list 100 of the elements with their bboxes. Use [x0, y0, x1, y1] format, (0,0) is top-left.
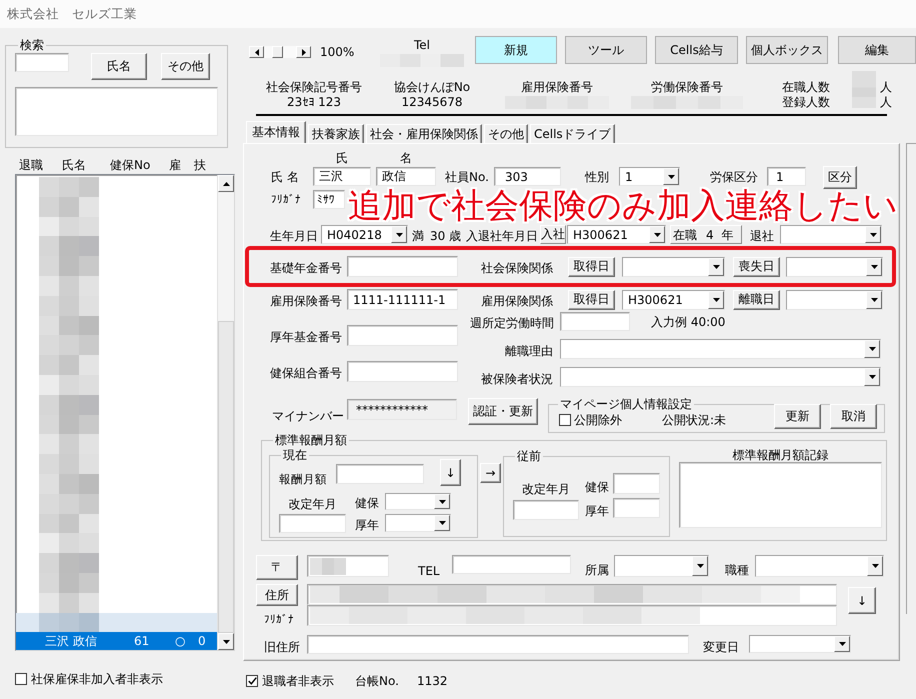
- dropdown-button[interactable]: [434, 515, 450, 531]
- pension-number-field[interactable]: [347, 256, 458, 277]
- dropdown-button[interactable]: [434, 494, 450, 509]
- dropdown-button[interactable]: [864, 368, 880, 386]
- department-select[interactable]: [614, 555, 709, 577]
- toolbar-button[interactable]: 個人ボックス: [746, 36, 828, 64]
- unit-label: 人: [880, 80, 892, 95]
- dropdown-button[interactable]: [866, 290, 882, 308]
- blurred-name: [39, 296, 99, 316]
- labor-class-field[interactable]: 1: [767, 167, 806, 186]
- scroll-left-button[interactable]: [249, 46, 264, 58]
- checkbox[interactable]: [15, 673, 27, 685]
- change-date-select[interactable]: [749, 635, 851, 653]
- class-button[interactable]: 区分: [823, 166, 857, 189]
- dropdown-button[interactable]: [867, 556, 883, 576]
- list-row[interactable]: 三沢 政信 61 ○ 0: [16, 632, 217, 650]
- tab[interactable]: 扶養家族: [308, 124, 364, 143]
- field-label: 労保区分: [710, 170, 759, 184]
- toolbar-button[interactable]: Cells給与: [655, 36, 738, 64]
- postal-code-button[interactable]: 〒: [256, 555, 298, 580]
- unit-label: 人: [880, 95, 892, 110]
- dropdown-button[interactable]: [708, 258, 724, 276]
- dropdown-button[interactable]: [391, 226, 407, 243]
- dropdown-button[interactable]: [649, 226, 665, 243]
- join-date-select[interactable]: H300621: [567, 225, 666, 244]
- dropdown-button[interactable]: [834, 636, 850, 652]
- other-search-button[interactable]: その他: [161, 53, 210, 80]
- first-name-field[interactable]: 政信: [376, 167, 436, 186]
- tab[interactable]: 社会・雇用保険関係: [366, 124, 482, 143]
- dropdown-button[interactable]: [663, 168, 679, 185]
- last-name-field[interactable]: 三沢: [313, 167, 371, 186]
- scrollbar-thumb[interactable]: [218, 321, 234, 633]
- gender-select[interactable]: 1: [619, 167, 680, 186]
- previous-revision-field[interactable]: [513, 500, 579, 520]
- previous-pension-grade-field[interactable]: [613, 498, 660, 518]
- caret-icon: [838, 642, 846, 646]
- acquisition-date-button[interactable]: 取得日: [568, 290, 615, 310]
- toolbar-button[interactable]: ツール: [565, 36, 647, 64]
- zoom-scrollbar[interactable]: [249, 46, 311, 58]
- acquisition-date-select[interactable]: [622, 256, 725, 276]
- employee-number-field[interactable]: 303: [494, 167, 561, 186]
- list-row[interactable]: [16, 612, 217, 632]
- blurred-name: [39, 216, 99, 236]
- my-number-field[interactable]: ************: [347, 399, 457, 420]
- postal-code-field[interactable]: [307, 555, 389, 577]
- address-button[interactable]: 住所: [256, 584, 298, 606]
- cancel-button[interactable]: 取消: [830, 404, 877, 429]
- field-label: 所属: [585, 563, 610, 577]
- tab[interactable]: 基本情報: [246, 121, 306, 143]
- search-field[interactable]: [15, 53, 69, 72]
- update-button[interactable]: 更新: [774, 404, 821, 429]
- checkbox[interactable]: [559, 414, 571, 426]
- dropdown-button[interactable]: [864, 340, 880, 358]
- scroll-right-button[interactable]: [296, 46, 311, 58]
- checkbox-label: 公開除外: [574, 413, 623, 427]
- loss-date-select[interactable]: [786, 256, 883, 276]
- health-grade-select[interactable]: [385, 493, 451, 510]
- tab[interactable]: Cellsドライブ: [530, 124, 615, 143]
- weekly-hours-field[interactable]: [560, 312, 630, 331]
- employment-insurance-number-field[interactable]: 1111-111111-1: [347, 289, 458, 310]
- column-header: 健保No: [110, 158, 152, 172]
- furigana-field[interactable]: ﾐｻﾜ: [313, 190, 345, 209]
- group-title: マイページ個人情報設定: [559, 397, 693, 411]
- scroll-down-button[interactable]: [218, 633, 234, 650]
- separation-date-button[interactable]: 離職日: [733, 290, 780, 310]
- monthly-pay-field[interactable]: [336, 464, 424, 484]
- checkbox[interactable]: [246, 675, 258, 687]
- address-furigana-field[interactable]: [307, 605, 837, 626]
- dropdown-button[interactable]: [708, 290, 724, 308]
- blurred-name: [39, 374, 99, 395]
- health-union-number-field[interactable]: [347, 361, 458, 382]
- field-label: 改定年月: [288, 497, 338, 511]
- acquisition-date-button[interactable]: 取得日: [568, 256, 615, 276]
- acquisition-date-select[interactable]: H300621: [622, 290, 725, 310]
- leave-date-select[interactable]: [780, 225, 882, 244]
- toolbar-button[interactable]: 編集: [838, 36, 916, 64]
- scroll-up-button[interactable]: [218, 175, 234, 192]
- revision-month-field[interactable]: [279, 514, 346, 533]
- name-search-button[interactable]: 氏名: [91, 53, 147, 80]
- scrollbar[interactable]: [217, 175, 234, 650]
- dropdown-button[interactable]: [866, 258, 882, 276]
- separation-date-select[interactable]: [786, 290, 883, 310]
- dropdown-button[interactable]: [692, 556, 708, 576]
- copy-right-button[interactable]: →: [480, 463, 501, 483]
- tab[interactable]: その他: [484, 124, 528, 143]
- phone-field[interactable]: [452, 555, 571, 574]
- copy-down-button[interactable]: ↓: [848, 587, 876, 614]
- toolbar-button[interactable]: 新規: [475, 36, 557, 64]
- copy-down-button[interactable]: ↓: [440, 459, 461, 486]
- search-results-box[interactable]: [15, 87, 218, 136]
- loss-date-button[interactable]: 喪失日: [733, 256, 780, 276]
- pension-grade-select[interactable]: [385, 514, 451, 532]
- old-address-field[interactable]: [307, 635, 689, 654]
- birth-date-select[interactable]: H040218: [321, 225, 408, 244]
- dropdown-button[interactable]: [865, 226, 881, 243]
- field-label: 性別: [585, 170, 610, 184]
- previous-health-grade-field[interactable]: [613, 473, 660, 494]
- pension-fund-number-field[interactable]: [347, 325, 458, 346]
- verify-update-button[interactable]: 認証・更新: [468, 398, 538, 425]
- address-field[interactable]: [307, 584, 837, 605]
